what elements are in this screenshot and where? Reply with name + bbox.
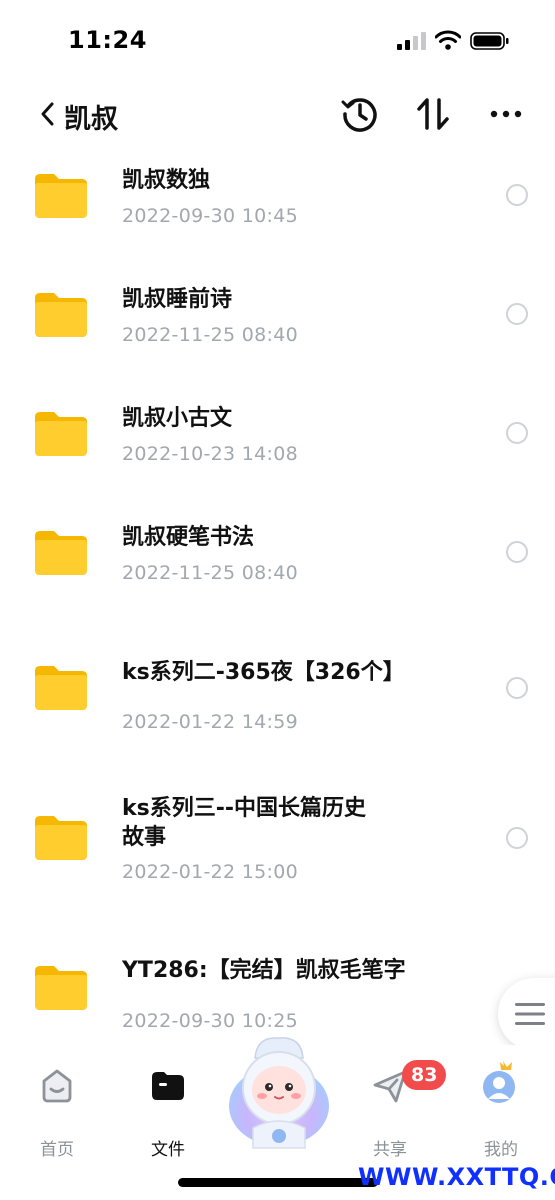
- select-radio[interactable]: [506, 303, 528, 325]
- page-title: 凯叔: [64, 104, 118, 135]
- list-item[interactable]: 凯叔数独 2022-09-30 10:45: [0, 155, 555, 270]
- file-name: 凯叔睡前诗: [122, 287, 233, 312]
- cellular-signal-icon: [397, 32, 426, 50]
- avatar-crown-icon: [483, 1061, 515, 1103]
- file-date: 2022-01-22 14:59: [122, 711, 299, 733]
- file-name: 凯叔小古文: [122, 406, 233, 431]
- tab-mine[interactable]: 我的: [455, 1061, 545, 1160]
- file-date: 2022-01-22 15:00: [122, 861, 299, 883]
- select-radio[interactable]: [506, 827, 528, 849]
- file-date: 2022-10-23 14:08: [122, 443, 299, 465]
- file-name: 故事: [122, 825, 167, 850]
- sort-icon[interactable]: [413, 94, 453, 134]
- folder-icon: [35, 816, 87, 860]
- list-item[interactable]: ks系列二-365夜【326个】 2022-01-22 14:59: [0, 645, 555, 780]
- select-radio[interactable]: [506, 422, 528, 444]
- more-icon[interactable]: [486, 94, 526, 134]
- tab-files-label: 文件: [151, 1140, 185, 1160]
- list-item[interactable]: 凯叔硬笔书法 2022-11-25 08:40: [0, 512, 555, 627]
- list-item[interactable]: YT286:【完结】凯叔毛笔字 2022-09-30 10:25: [0, 947, 555, 1037]
- floating-menu-button[interactable]: [498, 978, 555, 1050]
- file-name: 凯叔硬笔书法: [122, 525, 255, 550]
- share-badge: 83: [402, 1060, 447, 1090]
- file-name: 凯叔数独: [122, 168, 211, 193]
- menu-icon: [515, 1003, 545, 1025]
- file-date: 2022-09-30 10:45: [122, 205, 299, 227]
- history-icon[interactable]: [340, 94, 380, 134]
- file-name: YT286:【完结】凯叔毛笔字: [122, 958, 406, 983]
- watermark-text: WWW.XXTTQ.COM: [358, 1163, 555, 1191]
- folder-icon: [35, 174, 87, 218]
- folder-icon: [35, 966, 87, 1010]
- select-radio[interactable]: [506, 677, 528, 699]
- folder-icon: [35, 412, 87, 456]
- file-name: ks系列三--中国长篇历史: [122, 796, 366, 821]
- folder-icon: [35, 531, 87, 575]
- back-button[interactable]: [36, 94, 66, 134]
- file-date: 2022-11-25 08:40: [122, 562, 299, 584]
- folder-icon: [35, 293, 87, 337]
- tab-mine-label: 我的: [484, 1140, 518, 1160]
- tab-files[interactable]: 文件: [122, 1065, 212, 1160]
- list-item[interactable]: ks系列三--中国长篇历史 故事 2022-01-22 15:00: [0, 793, 555, 933]
- screen: 11:24 凯叔 凯叔数独 2022-09-30 10:45 凯叔睡前诗 202…: [0, 0, 555, 1200]
- wifi-icon: [435, 30, 461, 50]
- battery-icon: [470, 32, 509, 50]
- home-indicator: [178, 1178, 378, 1187]
- list-item[interactable]: 凯叔睡前诗 2022-11-25 08:40: [0, 274, 555, 389]
- list-item[interactable]: 凯叔小古文 2022-10-23 14:08: [0, 393, 555, 508]
- nav-bar: 凯叔: [0, 84, 555, 144]
- file-date: 2022-11-25 08:40: [122, 324, 299, 346]
- folder-icon: [152, 1072, 184, 1100]
- mascot-astronaut-icon[interactable]: [225, 1030, 333, 1150]
- select-radio[interactable]: [506, 184, 528, 206]
- home-face-icon: [42, 1069, 72, 1103]
- file-date: 2022-09-30 10:25: [122, 1010, 299, 1032]
- status-bar: 11:24: [0, 0, 555, 80]
- select-radio[interactable]: [506, 541, 528, 563]
- tab-home-label: 首页: [40, 1140, 74, 1160]
- file-name: ks系列二-365夜【326个】: [122, 660, 405, 685]
- tab-share-label: 共享: [373, 1140, 407, 1160]
- folder-icon: [35, 666, 87, 710]
- tab-home[interactable]: 首页: [11, 1065, 101, 1160]
- status-time: 11:24: [68, 26, 147, 54]
